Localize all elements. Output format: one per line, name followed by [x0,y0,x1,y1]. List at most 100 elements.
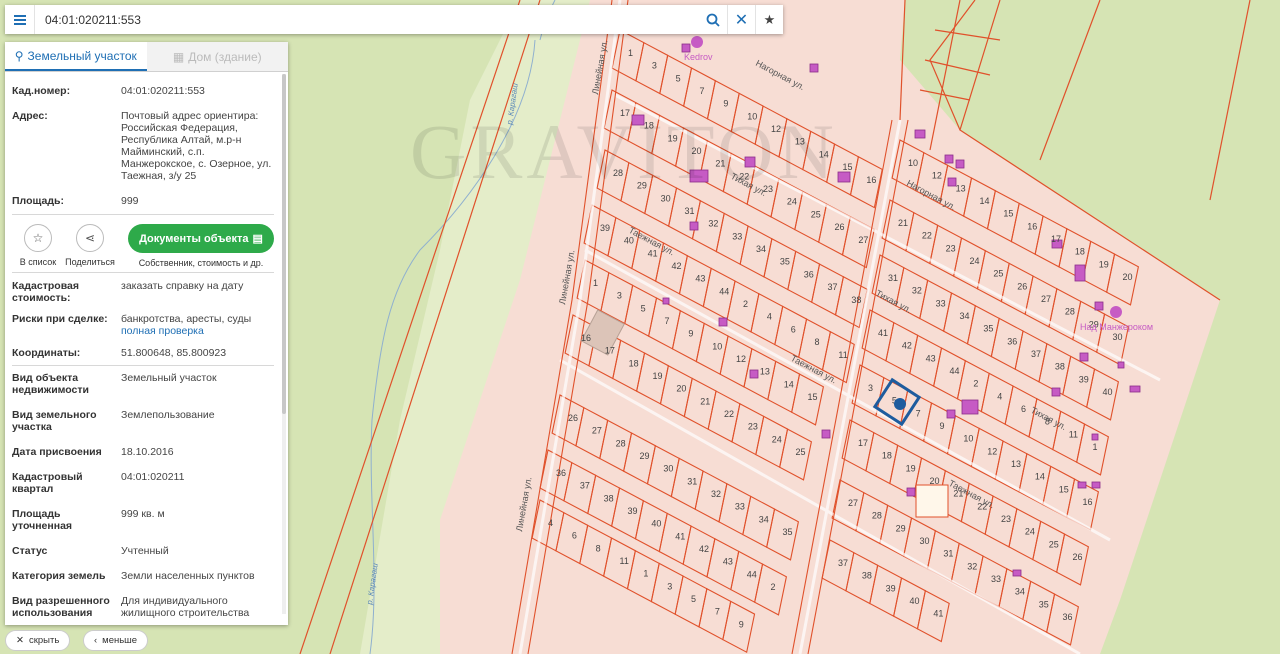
parcel-number: 42 [902,341,912,351]
hide-panel-button[interactable]: ✕ скрыть [5,630,71,651]
clear-button[interactable]: ✕ [727,5,755,34]
label-line: использования [12,607,93,619]
parcel-number: 10 [963,434,973,444]
label-line: недвижимости [12,384,89,396]
parcel-number: 3 [667,581,672,591]
parcel-number: 18 [1075,247,1085,257]
order-report-link[interactable]: заказать справку на дату [121,280,243,304]
parcel-number: 6 [572,531,577,541]
parcel-number: 34 [759,514,769,524]
parcel-number: 17 [605,346,615,356]
permitted-use-row: Вид разрешенного использования Для индив… [5,595,281,619]
parcel-number: 18 [629,358,639,368]
panel-scrollbar[interactable] [282,74,286,614]
address-line: Таежная, з/у 25 [121,170,197,182]
panel-content: Кад.номер: 04:01:020211:553 Адрес: Почто… [5,73,281,619]
label-line: Кадастровая [12,280,79,292]
favorites-button[interactable]: ★ [755,5,783,34]
parcel-number: 7 [665,316,670,326]
address-line: Почтовый адрес ориентира: [121,110,259,122]
coords-label: Координаты: [12,347,81,359]
parcel-number: 24 [970,256,980,266]
status-label: Статус [12,545,48,557]
documents-button[interactable]: Документы объекта ▤ [128,224,274,253]
parcel-number: 41 [648,248,658,258]
parcel-number: 14 [1035,472,1045,482]
less-button[interactable]: ‹ меньше [83,630,149,651]
parcel-number: 16 [1027,221,1037,231]
address-line: Манжерокское, с. Озерное, ул. [121,158,272,170]
parcel-number: 42 [672,261,682,271]
parcel-number: 17 [858,438,868,448]
permitted-use-label: Вид разрешенного использования [12,595,121,619]
object-type-row: Вид объекта недвижимости Земельный участ… [5,372,281,396]
parcel-number: 26 [1073,552,1083,562]
area-row: Площадь: 999 [5,195,281,207]
parcel-number: 44 [747,569,757,579]
parcel-number: 3 [868,383,873,393]
cad-quarter-row: Кадастровый квартал 04:01:020211 [5,471,281,495]
parcel-number: 27 [858,235,868,245]
parcel-number: 3 [617,291,622,301]
scrollbar-thumb[interactable] [282,74,286,414]
precise-area-value: 999 кв. м [121,508,165,520]
parcel-number: 16 [581,333,591,343]
parcel-number: 28 [616,438,626,448]
cad-number-link[interactable]: 04:01:020211:553 [121,85,205,97]
parcel-number: 16 [1083,497,1093,507]
parcel-number: 32 [912,286,922,296]
parcel-number: 37 [838,558,848,568]
parcel-number: 38 [604,493,614,503]
parcel-number: 2 [973,379,978,389]
divider [12,365,274,366]
parcel-number: 29 [640,451,650,461]
parcel-number: 4 [548,518,553,528]
full-check-link[interactable]: полная проверка [121,325,251,337]
parcel-number: 10 [908,158,918,168]
precise-area-label: Площадь уточненная [12,508,73,532]
parcel-number: 31 [943,549,953,559]
parcel-number: 43 [926,353,936,363]
parcel-number: 14 [784,379,794,389]
parcel-number: 33 [732,231,742,241]
parcel-number: 18 [882,451,892,461]
parcel-number: 39 [886,583,896,593]
parcel-number: 31 [687,476,697,486]
parcel-number: 30 [1113,332,1123,342]
share-button[interactable]: ⋖ Поделиться [64,224,116,267]
action-bar: ☆ В список ⋖ Поделиться Документы объект… [5,224,281,270]
add-to-list-button[interactable]: ☆ В список [12,224,64,267]
risks-value: банкротства, аресты, суды полная проверк… [121,313,251,337]
label-line: стоимость: [12,292,71,304]
share-icon: ⋖ [76,224,104,252]
parcel-number: 33 [936,298,946,308]
parcel-number: 5 [641,303,646,313]
parcel-number: 1 [628,48,633,58]
parcel-number: 32 [967,561,977,571]
coords-value: 51.800648, 85.800923 [121,347,227,359]
parcel-number: 28 [872,511,882,521]
cad-number-label: Кад.номер: [12,85,71,97]
parcel-number: 13 [760,367,770,377]
tab-building[interactable]: ▦ Дом (здание) [146,42,288,71]
parcel-number: 27 [848,498,858,508]
search-input[interactable] [35,6,699,33]
less-label: меньше [102,635,138,646]
parcel-number: 36 [804,269,814,279]
status-value: Учтенный [121,545,169,557]
parcel-number: 20 [676,384,686,394]
address-value: Почтовый адрес ориентира: Российская Фед… [121,110,271,182]
parcel-number: 26 [1017,281,1027,291]
address-line: Российская Федерация, [121,122,238,134]
parcel-number: 38 [862,571,872,581]
parcel-number: 26 [568,413,578,423]
cad-cost-row: Кадастровая стоимость: заказать справку … [5,280,281,304]
tab-land-plot[interactable]: ⚲ Земельный участок [5,42,147,71]
parcel-number: 8 [815,337,820,347]
poi-label: Kedrov [684,52,713,62]
close-icon: ✕ [734,11,749,29]
parcel-number: 2 [743,299,748,309]
menu-button[interactable] [5,5,35,34]
search-button[interactable] [699,5,727,34]
documents-section: Документы объекта ▤ Собственник, стоимос… [128,224,274,268]
